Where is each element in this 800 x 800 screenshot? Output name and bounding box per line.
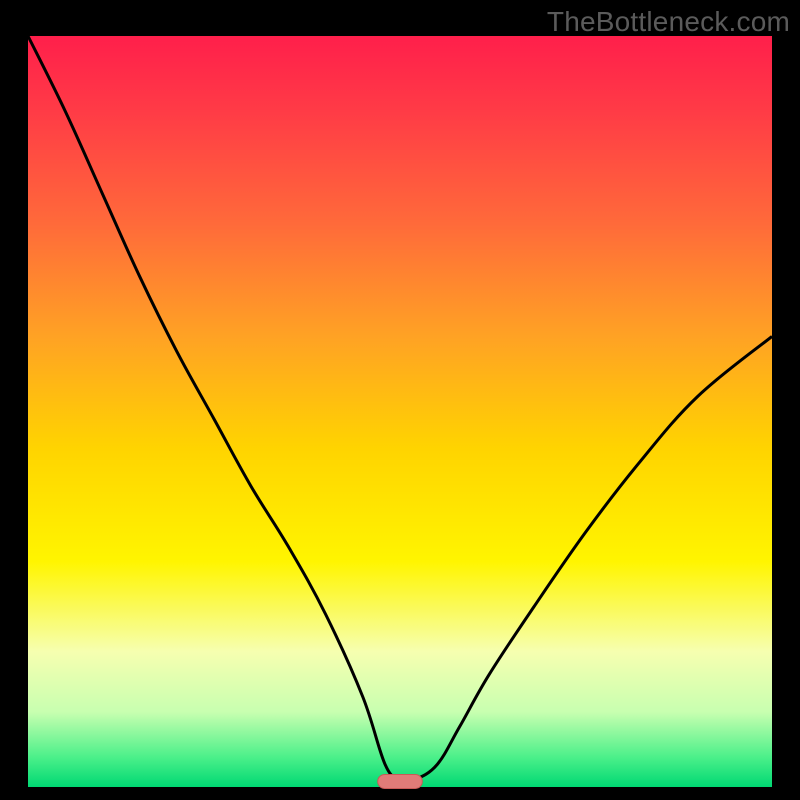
chart-container: { "watermark": "TheBottleneck.com", "col…	[0, 0, 800, 800]
optimum-marker	[378, 774, 423, 788]
bottleneck-chart	[0, 0, 800, 800]
plot-background	[28, 36, 772, 787]
